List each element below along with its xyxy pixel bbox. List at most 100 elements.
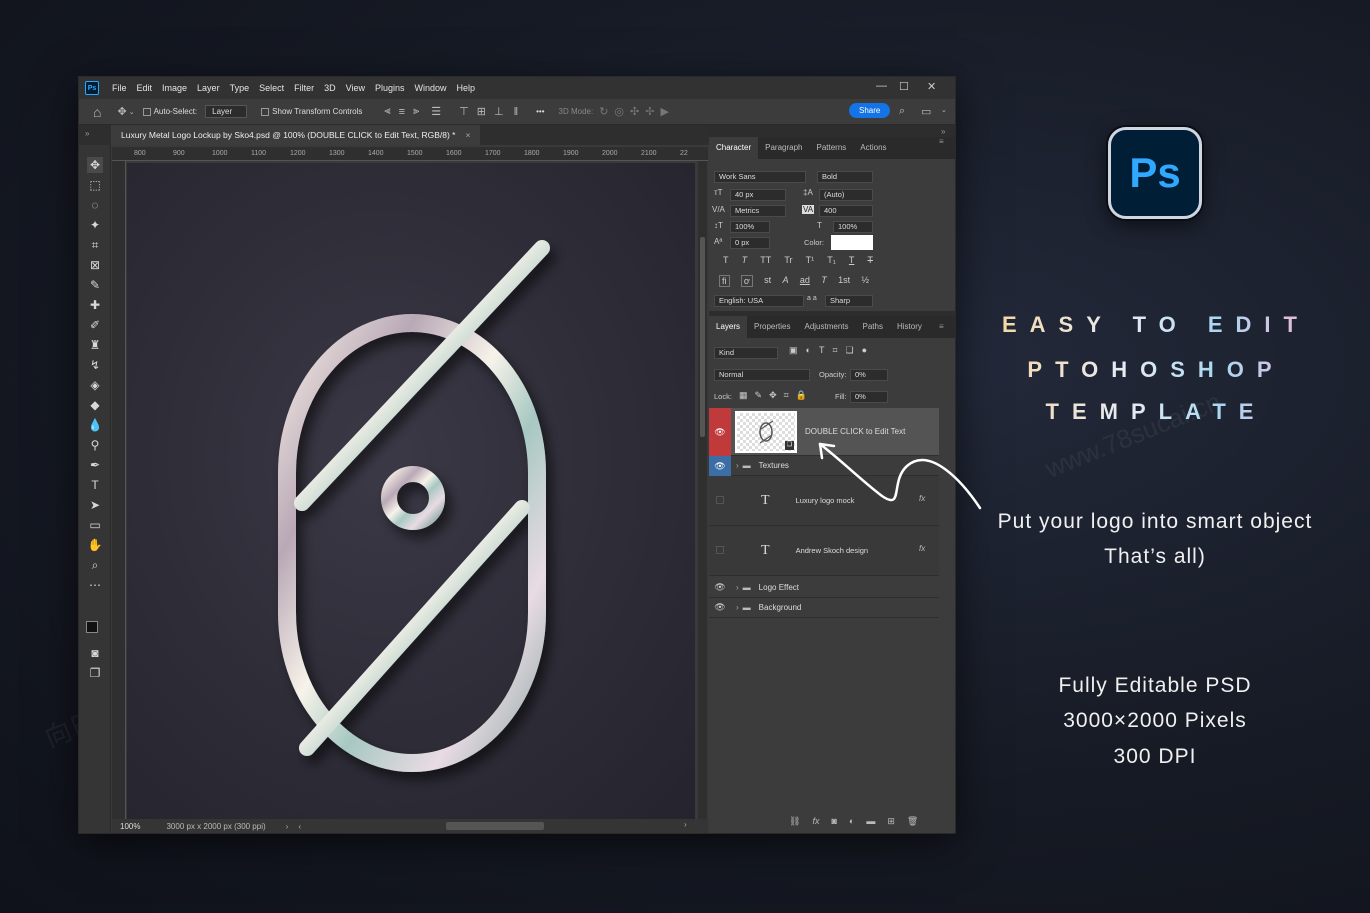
crop-tool-icon[interactable]: ⌗ — [87, 237, 103, 253]
layer-name[interactable]: DOUBLE CLICK to Edit Text — [805, 427, 905, 436]
auto-select-dropdown[interactable]: Layer — [205, 105, 248, 118]
scroll-right-icon[interactable]: › — [684, 820, 687, 829]
new-layer-icon[interactable]: ⊞ — [887, 816, 895, 827]
move-tool-icon[interactable]: ✥ — [117, 105, 126, 118]
fractions-button[interactable]: ½ — [861, 275, 869, 287]
screen-mode-icon[interactable]: ❐ — [87, 665, 103, 681]
chevron-right-icon[interactable]: › — [736, 583, 739, 592]
subscript-button[interactable]: T₁ — [827, 255, 836, 265]
discretionary-ligatures-button[interactable]: st — [764, 275, 771, 287]
layer-effects-icon[interactable]: fx — [919, 544, 925, 553]
lock-pixels-icon[interactable]: ✎ — [755, 390, 763, 401]
blend-mode-select[interactable]: Normal — [714, 369, 810, 381]
adjustment-icon[interactable]: ◐ — [849, 816, 854, 827]
menu-edit[interactable]: Edit — [132, 83, 158, 93]
chevron-right-icon[interactable]: › — [736, 461, 739, 470]
leading-field[interactable]: (Auto) — [819, 189, 873, 201]
antialias-select[interactable]: Sharp — [825, 295, 873, 307]
zoom-level[interactable]: 100% — [120, 822, 140, 831]
menu-view[interactable]: View — [341, 83, 370, 93]
kerning-field[interactable]: Metrics — [730, 205, 786, 217]
layer-name[interactable]: Background — [759, 603, 802, 612]
menu-file[interactable]: File — [107, 83, 132, 93]
marquee-tool-icon[interactable]: ⬚ — [87, 177, 103, 193]
auto-select-option[interactable]: Auto-Select: — [142, 107, 197, 116]
menu-select[interactable]: Select — [254, 83, 289, 93]
zoom-tool-icon[interactable]: ⌕ — [87, 557, 103, 573]
link-icon[interactable]: ⛓ — [789, 816, 800, 827]
tab-adjustments[interactable]: Adjustments — [797, 316, 855, 338]
vertical-scale-field[interactable]: 100% — [730, 221, 770, 233]
layer-row-group[interactable]: 👁 › ▬ Background — [709, 598, 939, 618]
more-options-button[interactable]: ••• — [536, 107, 544, 116]
filter-shape-icon[interactable]: ⌗ — [832, 345, 837, 356]
tab-properties[interactable]: Properties — [747, 316, 797, 338]
horizontal-scale-field[interactable]: 100% — [833, 221, 873, 233]
tab-patterns[interactable]: Patterns — [809, 137, 853, 159]
filter-pixel-icon[interactable]: ▣ — [789, 345, 798, 356]
opacity-field[interactable]: 0% — [850, 369, 888, 381]
collapse-panels-icon[interactable]: » — [941, 127, 945, 136]
text-color-swatch[interactable] — [831, 235, 873, 250]
layer-row-group[interactable]: 👁 › ▬ Logo Effect — [709, 578, 939, 598]
superscript-button[interactable]: T¹ — [806, 255, 815, 265]
visibility-eye-icon[interactable]: 👁 — [709, 602, 731, 613]
layer-name[interactable]: Andrew Skoch design — [796, 546, 869, 555]
menu-filter[interactable]: Filter — [289, 83, 319, 93]
eyedropper-icon[interactable]: ✎ — [87, 277, 103, 293]
menu-window[interactable]: Window — [410, 83, 452, 93]
menu-image[interactable]: Image — [157, 83, 192, 93]
layer-filter-kind[interactable]: Kind — [714, 347, 778, 359]
swash-button[interactable]: A — [783, 275, 789, 287]
tab-character[interactable]: Character — [709, 137, 759, 159]
old-style-button[interactable]: ơ — [740, 275, 753, 287]
dodge-tool-icon[interactable]: ⚲ — [87, 437, 103, 453]
stylistic-alternates-button[interactable]: ad — [800, 275, 810, 287]
collapse-toolbar-icon[interactable]: » — [85, 129, 89, 138]
ligatures-button[interactable]: fi — [719, 275, 730, 287]
visibility-eye-icon[interactable]: 👁 — [709, 582, 731, 593]
trash-icon[interactable]: 🗑 — [907, 816, 918, 827]
align-left-icon[interactable]: ⫷ — [384, 105, 390, 118]
tab-paragraph[interactable]: Paragraph — [758, 137, 809, 159]
blur-tool-icon[interactable]: 💧 — [87, 417, 103, 433]
workspace-icon[interactable]: ▭ — [921, 105, 931, 118]
layer-row-text[interactable]: T Andrew Skoch design fx — [709, 526, 939, 576]
font-family-select[interactable]: Work Sans — [714, 171, 806, 183]
lock-transparency-icon[interactable]: ▦ — [739, 390, 748, 401]
foreground-color-swatch[interactable] — [86, 621, 98, 633]
document-canvas[interactable] — [127, 163, 695, 819]
move-tool-icon[interactable]: ✥ — [87, 157, 103, 173]
layer-name[interactable]: Logo Effect — [759, 583, 799, 592]
menu-help[interactable]: Help — [452, 83, 481, 93]
distribute-icon[interactable]: ☰ — [431, 105, 441, 118]
search-icon[interactable]: ⌕ — [899, 105, 905, 118]
lock-all-icon[interactable]: 🔒 — [796, 390, 807, 401]
all-caps-button[interactable]: TT — [760, 255, 771, 265]
close-button[interactable]: ✕ — [927, 80, 936, 93]
eraser-tool-icon[interactable]: ◈ — [87, 377, 103, 393]
align-right-icon[interactable]: ⫸ — [413, 105, 419, 118]
lock-position-icon[interactable]: ✥ — [769, 390, 777, 401]
titling-button[interactable]: T — [821, 275, 827, 287]
menu-3d[interactable]: 3D — [319, 83, 341, 93]
filter-toggle-icon[interactable]: ● — [862, 345, 867, 356]
3d-pan-icon[interactable]: ✣ — [630, 105, 639, 118]
magic-wand-icon[interactable]: ✦ — [87, 217, 103, 233]
tab-paths[interactable]: Paths — [856, 316, 890, 338]
type-tool-icon[interactable]: T — [87, 477, 103, 493]
faux-italic-button[interactable]: T — [742, 255, 748, 265]
3d-slide-icon[interactable]: ✢ — [645, 105, 654, 118]
pen-tool-icon[interactable]: ✒ — [87, 457, 103, 473]
show-transform-option[interactable]: Show Transform Controls — [261, 107, 362, 116]
font-size-field[interactable]: 40 px — [730, 189, 786, 201]
ps-app-icon[interactable]: Ps — [85, 81, 99, 95]
baseline-shift-field[interactable]: 0 px — [730, 237, 770, 249]
chevron-down-icon[interactable]: ⌄ — [129, 108, 135, 116]
filter-smart-object-icon[interactable]: ❏ — [846, 345, 854, 356]
more-tools-icon[interactable]: ⋯ — [87, 577, 103, 593]
tracking-field[interactable]: 400 — [819, 205, 873, 217]
small-caps-button[interactable]: Tr — [784, 255, 792, 265]
frame-tool-icon[interactable]: ⊠ — [87, 257, 103, 273]
faux-bold-button[interactable]: T — [723, 255, 729, 265]
